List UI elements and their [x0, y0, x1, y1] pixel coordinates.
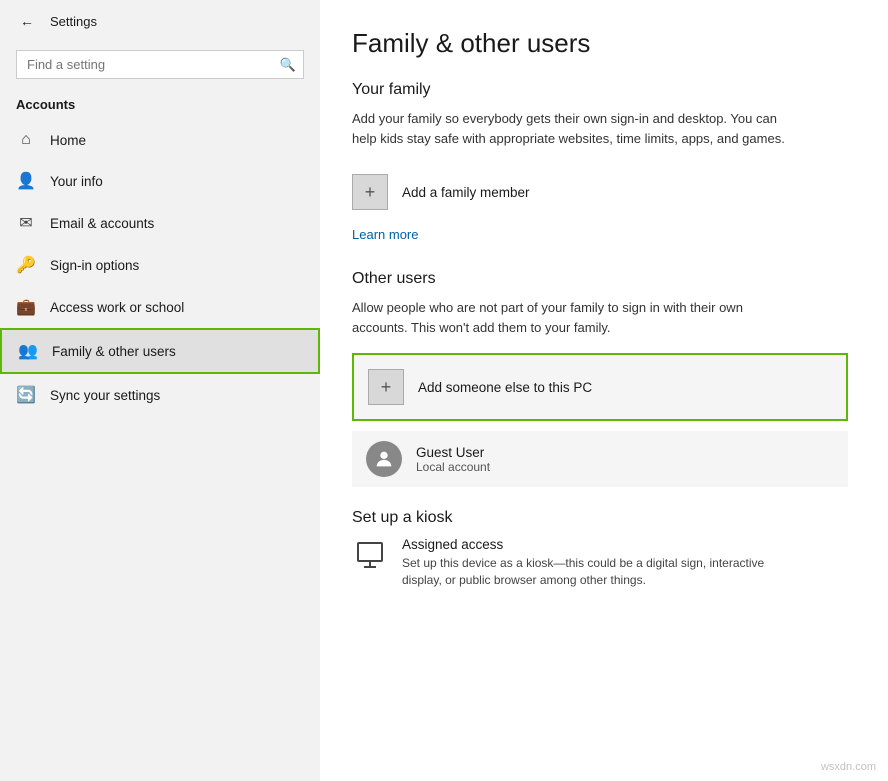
plus-icon: + — [368, 369, 404, 405]
search-container: 🔍 — [16, 50, 304, 79]
avatar — [366, 441, 402, 477]
main-content: Family & other users Your family Add you… — [320, 0, 888, 781]
other-users-description: Allow people who are not part of your fa… — [352, 298, 792, 337]
user-info: Guest User Local account — [416, 445, 490, 474]
add-someone-else-button[interactable]: + Add someone else to this PC — [352, 353, 848, 421]
window-title: Settings — [50, 14, 97, 29]
add-family-member-button[interactable]: + Add a family member — [352, 164, 848, 220]
sidebar-item-label: Access work or school — [50, 300, 184, 315]
kiosk-text: Assigned access Set up this device as a … — [402, 537, 782, 589]
search-input[interactable] — [16, 50, 304, 79]
sidebar-item-work-school[interactable]: 💼 Access work or school — [0, 286, 320, 328]
sidebar-item-label: Family & other users — [52, 344, 176, 359]
home-icon: ⌂ — [16, 131, 36, 149]
learn-more-link[interactable]: Learn more — [352, 227, 418, 242]
add-family-label: Add a family member — [402, 185, 530, 200]
your-family-description: Add your family so everybody gets their … — [352, 109, 792, 148]
sidebar: ← Settings 🔍 Accounts ⌂ Home 👤 Your info… — [0, 0, 320, 781]
sidebar-item-label: Sign-in options — [50, 258, 139, 273]
kiosk-title: Set up a kiosk — [352, 509, 848, 527]
page-title: Family & other users — [352, 28, 848, 59]
kiosk-description: Set up this device as a kiosk—this could… — [402, 555, 782, 589]
sidebar-item-label: Your info — [50, 174, 103, 189]
sidebar-item-label: Sync your settings — [50, 388, 160, 403]
email-icon: ✉ — [16, 213, 36, 233]
sidebar-section-header: Accounts — [0, 93, 320, 120]
key-icon: 🔑 — [16, 255, 36, 275]
title-bar: ← Settings — [0, 0, 320, 42]
sidebar-item-home[interactable]: ⌂ Home — [0, 120, 320, 160]
back-button[interactable]: ← — [16, 11, 38, 31]
add-someone-label: Add someone else to this PC — [418, 380, 592, 395]
person-icon: 👤 — [16, 171, 36, 191]
sidebar-item-label: Home — [50, 133, 86, 148]
sidebar-item-family-users[interactable]: 👥 Family & other users — [0, 328, 320, 374]
user-name: Guest User — [416, 445, 490, 460]
sidebar-item-label: Email & accounts — [50, 216, 154, 231]
plus-icon: + — [352, 174, 388, 210]
other-users-title: Other users — [352, 270, 848, 288]
other-users-section: Other users Allow people who are not par… — [352, 270, 848, 487]
sidebar-item-email-accounts[interactable]: ✉ Email & accounts — [0, 202, 320, 244]
search-icon: 🔍 — [280, 57, 296, 73]
user-type: Local account — [416, 460, 490, 474]
group-icon: 👥 — [18, 341, 38, 361]
briefcase-icon: 💼 — [16, 297, 36, 317]
kiosk-assigned-title: Assigned access — [402, 537, 782, 552]
user-row[interactable]: Guest User Local account — [352, 431, 848, 487]
kiosk-section: Set up a kiosk Assigned access Set up th… — [352, 509, 848, 589]
kiosk-row: Assigned access Set up this device as a … — [352, 537, 848, 589]
sidebar-item-sign-in[interactable]: 🔑 Sign-in options — [0, 244, 320, 286]
kiosk-icon — [352, 539, 388, 577]
your-family-title: Your family — [352, 81, 848, 99]
sync-icon: 🔄 — [16, 385, 36, 405]
sidebar-item-sync-settings[interactable]: 🔄 Sync your settings — [0, 374, 320, 416]
sidebar-item-your-info[interactable]: 👤 Your info — [0, 160, 320, 202]
